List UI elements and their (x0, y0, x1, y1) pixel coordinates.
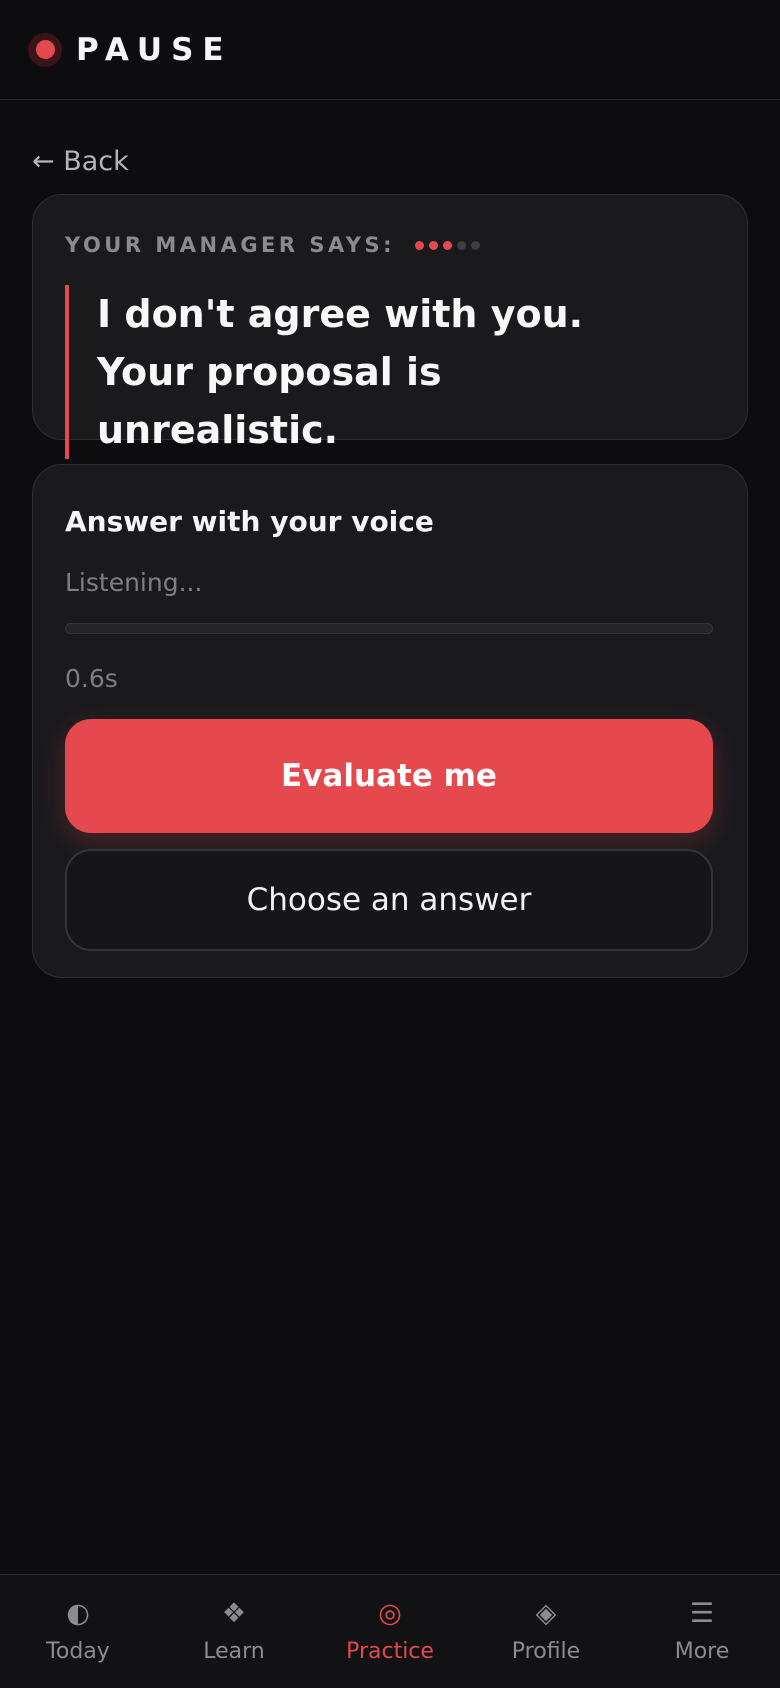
nav-item-today[interactable]: ◐ Today (0, 1575, 156, 1688)
target-icon: ◎ (378, 1598, 402, 1629)
voice-answer-card: Answer with your voice Listening... 0.6s… (32, 464, 748, 978)
app-header: PAUSE (0, 0, 780, 100)
choose-answer-button[interactable]: Choose an answer (65, 849, 713, 951)
back-link[interactable]: ← Back (32, 146, 129, 177)
step-dot (428, 240, 438, 250)
listening-status: Listening... (65, 568, 203, 597)
step-dot (442, 240, 452, 250)
voice-title: Answer with your voice (65, 505, 434, 538)
nav-item-more[interactable]: ☰ More (624, 1575, 780, 1688)
step-dot (414, 240, 424, 250)
nav-label: Practice (346, 1639, 434, 1664)
half-circle-icon: ◐ (66, 1598, 90, 1629)
app-root: PAUSE ← Back YOUR MANAGER SAYS: I don't … (0, 0, 780, 1688)
diamond-cluster-icon: ❖ (221, 1598, 247, 1629)
bottom-nav: ◐ Today ❖ Learn ◎ Practice ◈ Profile ☰ More (0, 1574, 780, 1688)
prompt-card: YOUR MANAGER SAYS: I don't agree with yo… (32, 194, 748, 459)
step-dot (456, 240, 466, 250)
step-dot (470, 240, 480, 250)
nav-label: Today (46, 1639, 110, 1664)
evaluate-button[interactable]: Evaluate me (65, 719, 713, 833)
menu-icon: ☰ (689, 1598, 715, 1629)
prompt-quote: I don't agree with you. Your proposal is… (65, 285, 685, 459)
prompt-label: YOUR MANAGER SAYS: (65, 233, 395, 257)
brand-title: PAUSE (76, 31, 233, 68)
nav-item-profile[interactable]: ◈ Profile (468, 1575, 624, 1688)
nav-item-learn[interactable]: ❖ Learn (156, 1575, 312, 1688)
elapsed-time: 0.6s (65, 664, 118, 693)
recording-progress-bar (65, 623, 713, 634)
nav-item-practice[interactable]: ◎ Practice (312, 1575, 468, 1688)
nav-label: More (674, 1639, 730, 1664)
step-indicator (414, 240, 480, 250)
prompt-header: YOUR MANAGER SAYS: (65, 233, 715, 257)
nav-label: Learn (203, 1639, 265, 1664)
diamond-icon: ◈ (535, 1598, 557, 1629)
nav-label: Profile (511, 1639, 581, 1664)
logo-record-icon (28, 32, 62, 67)
